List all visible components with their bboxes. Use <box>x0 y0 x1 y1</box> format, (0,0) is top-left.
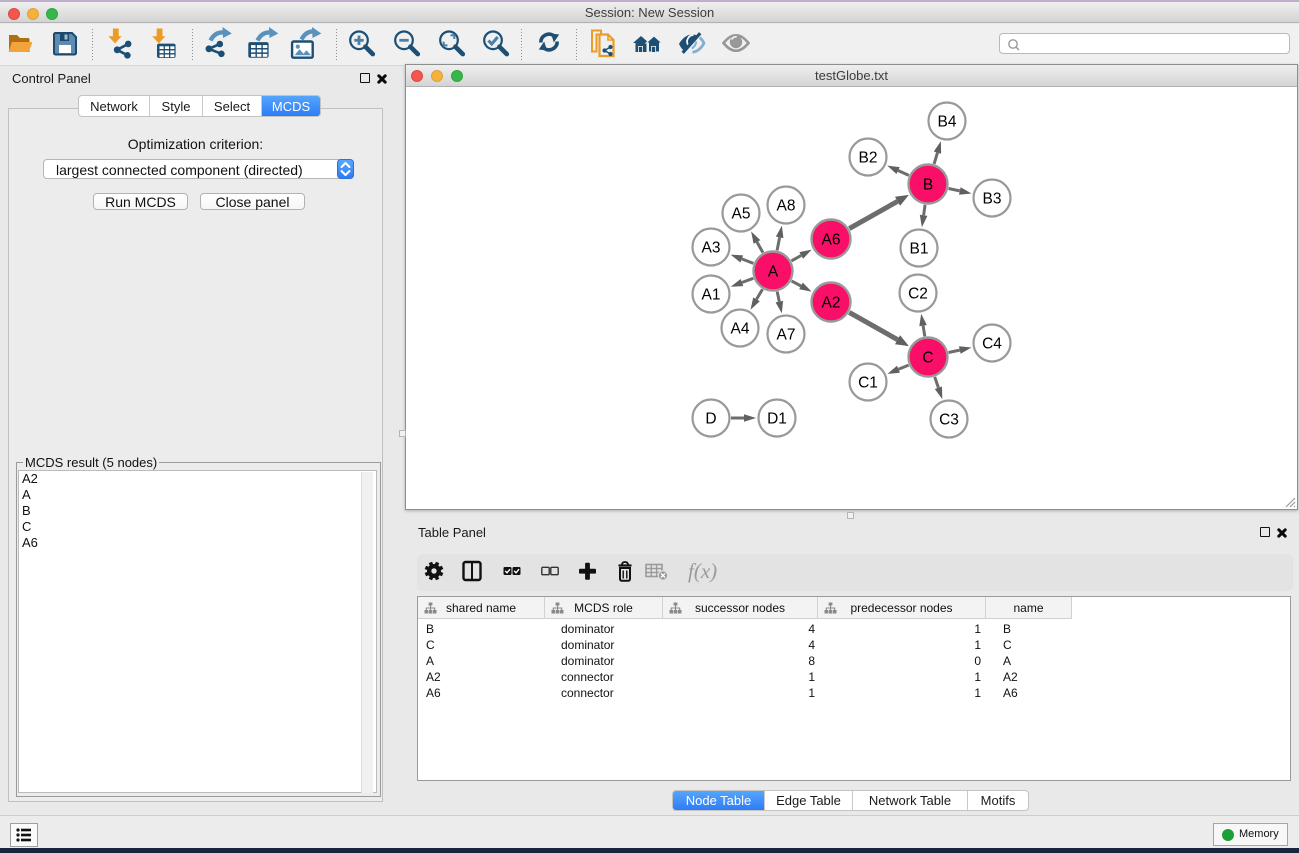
svg-text:A6: A6 <box>822 232 841 249</box>
svg-text:f(x): f(x) <box>688 559 717 583</box>
svg-text:C: C <box>922 350 933 367</box>
svg-text:B4: B4 <box>938 114 957 131</box>
svg-text:B2: B2 <box>859 150 878 167</box>
svg-text:A4: A4 <box>731 321 750 338</box>
svg-text:C2: C2 <box>908 286 928 303</box>
svg-text:A2: A2 <box>822 295 841 312</box>
svg-text:B: B <box>923 177 933 194</box>
svg-text:B1: B1 <box>910 241 929 258</box>
svg-text:C4: C4 <box>982 336 1002 353</box>
svg-text:A7: A7 <box>777 327 796 344</box>
svg-text:D: D <box>705 411 716 428</box>
svg-text:A3: A3 <box>702 240 721 257</box>
svg-text:B3: B3 <box>983 191 1002 208</box>
svg-text:A5: A5 <box>732 206 751 223</box>
svg-text:A: A <box>768 264 779 281</box>
svg-text:A1: A1 <box>702 287 721 304</box>
svg-text:C3: C3 <box>939 412 959 429</box>
svg-text:A8: A8 <box>777 198 796 215</box>
svg-text:C1: C1 <box>858 375 878 392</box>
svg-text:D1: D1 <box>767 411 787 428</box>
